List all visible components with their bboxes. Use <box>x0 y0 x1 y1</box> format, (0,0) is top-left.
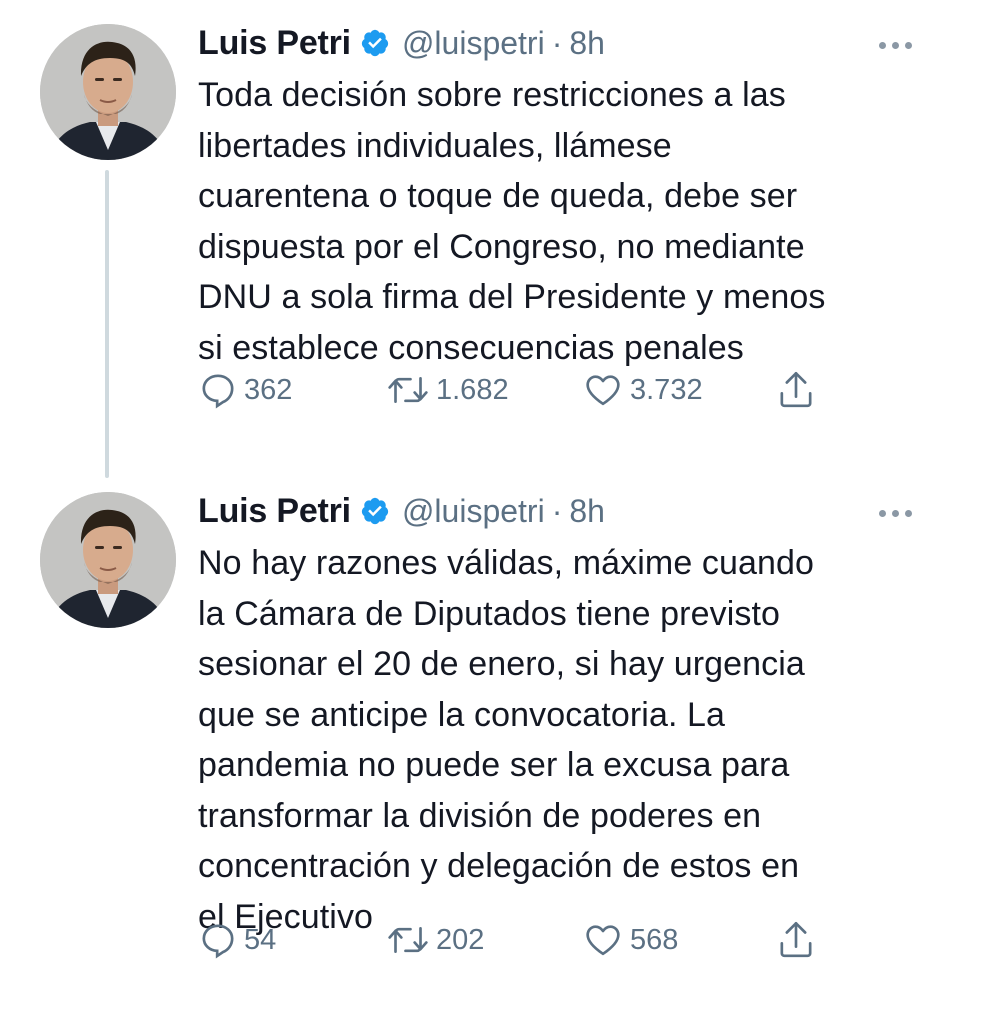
verified-badge-icon <box>360 28 390 58</box>
separator-dot: · <box>551 24 563 61</box>
author-name[interactable]: Luis Petri <box>198 24 351 63</box>
reply-count: 54 <box>244 923 277 956</box>
share-button[interactable] <box>776 368 816 412</box>
share-button[interactable] <box>776 918 816 962</box>
reply-bubble-icon <box>202 924 234 959</box>
more-dots-icon[interactable] <box>879 42 912 49</box>
avatar[interactable] <box>40 24 176 160</box>
reply-count: 362 <box>244 373 293 406</box>
avatar[interactable] <box>40 492 176 628</box>
author-handle[interactable]: @luispetri <box>402 493 545 530</box>
reply-button[interactable]: 362 <box>198 368 292 412</box>
tweet-header: Luis Petri @luispetri · 8h <box>198 486 958 536</box>
like-button[interactable]: 3.732 <box>582 368 703 412</box>
tweet-thread: Luis Petri @luispetri · 8h Toda decisión… <box>0 0 982 1024</box>
like-count: 568 <box>630 923 679 956</box>
author-name[interactable]: Luis Petri <box>198 492 351 531</box>
heart-icon <box>586 925 620 956</box>
reply-button[interactable]: 54 <box>198 918 276 962</box>
author-handle[interactable]: @luispetri <box>402 25 545 62</box>
verified-badge-icon <box>360 496 390 526</box>
tweet-header: Luis Petri @luispetri · 8h <box>198 18 958 68</box>
heart-icon <box>586 375 620 406</box>
timestamp[interactable]: 8h <box>569 493 605 530</box>
share-upload-icon <box>780 922 812 958</box>
reply-bubble-icon <box>202 374 234 409</box>
retweet-count: 1.682 <box>436 373 509 406</box>
tweet-text: No hay razones válidas, máxime cuando la… <box>198 544 815 936</box>
share-upload-icon <box>780 372 812 408</box>
retweet-arrows-icon <box>388 377 428 403</box>
retweet-count: 202 <box>436 923 485 956</box>
retweet-button[interactable]: 202 <box>386 918 484 962</box>
more-dots-icon[interactable] <box>879 510 912 517</box>
tweet-text: Toda decisión sobre restricciones a las … <box>198 76 826 367</box>
separator-dot: · <box>551 492 563 529</box>
retweet-arrows-icon <box>388 927 428 953</box>
timestamp[interactable]: 8h <box>569 25 605 62</box>
thread-connector-line <box>105 170 109 478</box>
like-button[interactable]: 568 <box>582 918 678 962</box>
like-count: 3.732 <box>630 373 703 406</box>
retweet-button[interactable]: 1.682 <box>386 368 509 412</box>
